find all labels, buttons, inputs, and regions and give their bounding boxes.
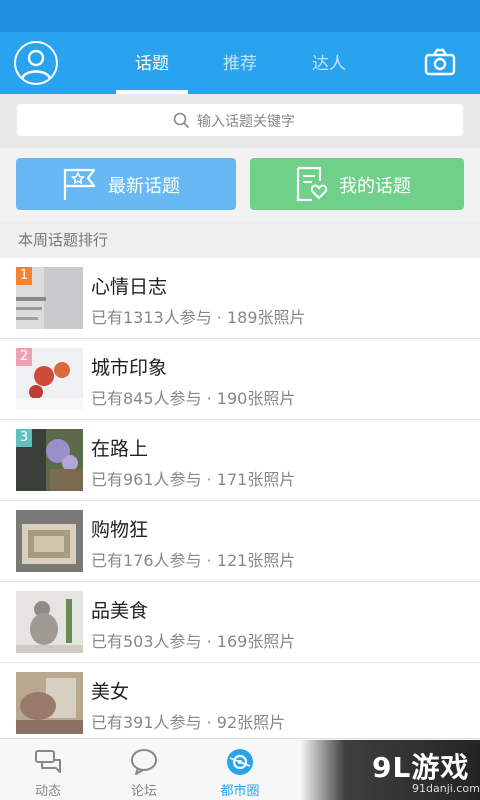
nav-label-forum: 论坛 (130, 784, 157, 799)
topic-thumbnail (16, 591, 83, 653)
rank-badge: 3 (16, 429, 32, 447)
nav-item-forum[interactable]: 论坛 (96, 739, 192, 800)
topic-stats: 已有391人参与 · 92张照片 (91, 713, 286, 732)
weekly-ranking-title: 本周话题排行 (0, 222, 480, 258)
nav-label-city-circle: 都市圈 (220, 784, 260, 799)
city-circle-icon (227, 749, 253, 775)
tab-experts[interactable]: 达人 (289, 49, 369, 74)
topic-stats: 已有1313人参与 · 189张照片 (91, 308, 306, 327)
latest-topics-label: 最新话题 (108, 176, 180, 197)
camera-icon[interactable] (424, 47, 456, 77)
topic-title: 美女 (91, 681, 130, 703)
topic-thumbnail: 2 (16, 348, 83, 410)
topic-stats: 已有845人参与 · 190张照片 (91, 389, 296, 408)
speech-bubble-icon (131, 749, 157, 775)
topic-title: 购物狂 (91, 519, 149, 541)
topic-title: 城市印象 (91, 357, 168, 379)
watermark-logo: 9L游戏 (372, 751, 470, 784)
topic-row[interactable]: 1 心情日志 已有1313人参与 · 189张照片 (0, 258, 480, 339)
topic-thumbnail: 3 (16, 429, 83, 491)
my-topics-label: 我的话题 (339, 176, 411, 197)
flag-star-icon (63, 168, 96, 200)
topic-row[interactable]: 3 在路上 已有961人参与 · 171张照片 (0, 420, 480, 501)
topic-title: 心情日志 (91, 276, 168, 298)
latest-topics-button[interactable]: 最新话题 (16, 158, 236, 210)
chat-stack-icon (35, 750, 61, 773)
topic-row[interactable]: 购物狂 已有176人参与 · 121张照片 (0, 501, 480, 582)
topic-stats: 已有961人参与 · 171张照片 (91, 470, 296, 489)
user-avatar-icon[interactable] (14, 41, 58, 85)
topic-thumbnail (16, 672, 83, 734)
topic-row[interactable]: 美女 已有391人参与 · 92张照片 (0, 663, 480, 738)
watermark: 9L游戏 91danji.com (300, 740, 480, 800)
topic-row[interactable]: 品美食 已有503人参与 · 169张照片 (0, 582, 480, 663)
search-input[interactable]: 输入话题关键字 (17, 104, 463, 136)
tab-topics[interactable]: 话题 (112, 49, 192, 74)
topic-title: 在路上 (91, 438, 149, 460)
search-area: 输入话题关键字 (0, 94, 480, 148)
search-placeholder: 输入话题关键字 (197, 114, 295, 130)
topic-thumbnail: 1 (16, 267, 83, 329)
top-header: 话题 推荐 达人 (0, 32, 480, 94)
document-heart-icon (296, 166, 328, 202)
topic-thumbnail (16, 510, 83, 572)
watermark-url: 91danji.com (412, 782, 480, 795)
status-bar (0, 0, 480, 32)
my-topics-button[interactable]: 我的话题 (250, 158, 464, 210)
rank-badge: 2 (16, 348, 32, 366)
nav-label-feed: 动态 (34, 784, 61, 799)
nav-item-feed[interactable]: 动态 (0, 739, 96, 800)
topic-stats: 已有503人参与 · 169张照片 (91, 632, 296, 651)
rank-badge: 1 (16, 267, 32, 285)
nav-item-city-circle[interactable]: 都市圈 (192, 739, 288, 800)
topic-row[interactable]: 2 城市印象 已有845人参与 · 190张照片 (0, 339, 480, 420)
search-icon (173, 112, 190, 129)
topic-title: 品美食 (91, 600, 149, 622)
topic-list: 1 心情日志 已有1313人参与 · 189张照片 2 城市印象 已有845人参… (0, 258, 480, 738)
tab-recommended[interactable]: 推荐 (200, 49, 280, 74)
topic-stats: 已有176人参与 · 121张照片 (91, 551, 296, 570)
